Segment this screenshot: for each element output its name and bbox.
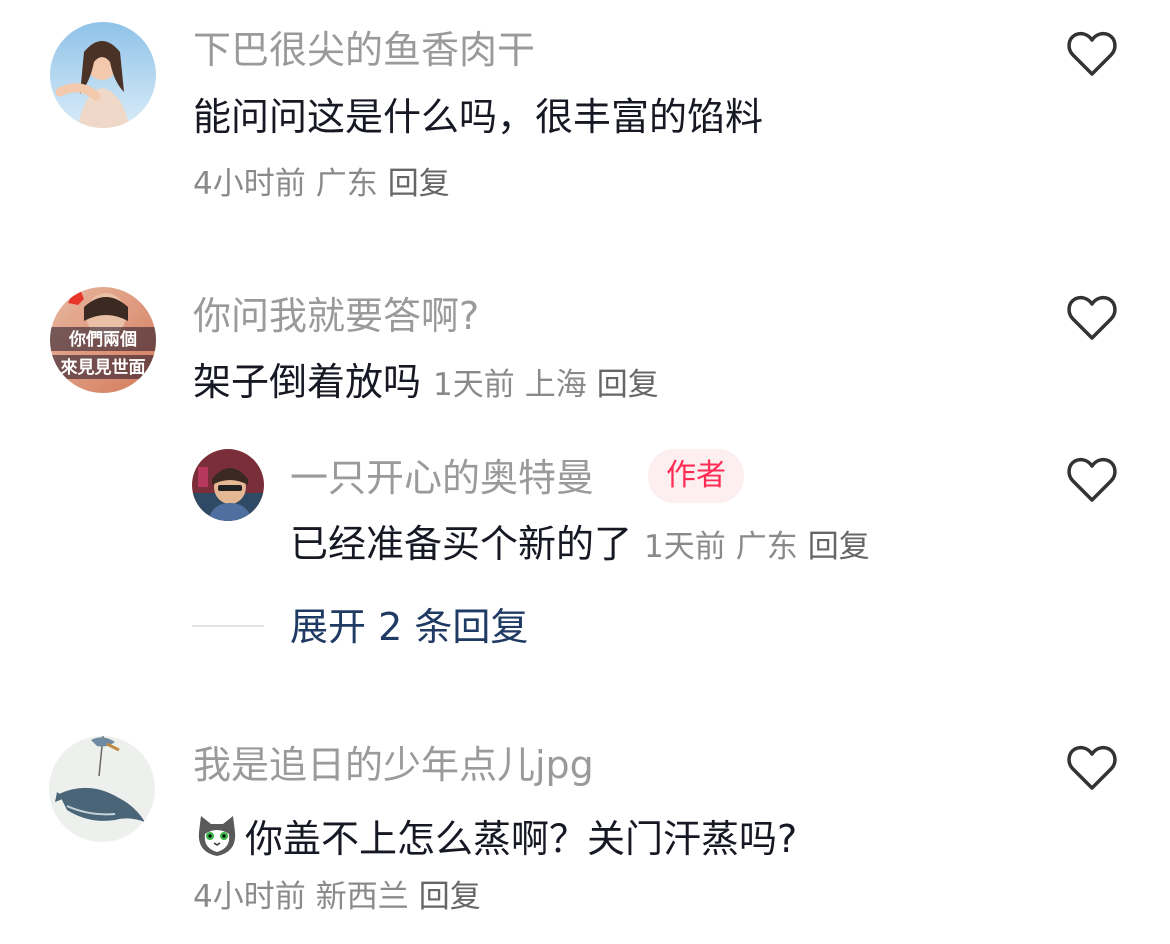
comment-username[interactable]: 你问我就要答啊? <box>193 297 479 335</box>
avatar-comment-1[interactable] <box>50 22 156 128</box>
comment-time: 1天前 <box>433 367 515 403</box>
expand-replies-button[interactable]: 展开 2 条回复 <box>290 608 528 646</box>
reply-location: 广东 <box>735 529 798 565</box>
comment-text-row: 你盖不上怎么蒸啊？关门汗蒸吗? <box>193 812 797 860</box>
comment-text: 架子倒着放吗 <box>193 360 422 404</box>
comment-username[interactable]: 下巴很尖的鱼香肉干 <box>193 31 535 69</box>
comment-meta: 1天前 上海 回复 <box>433 367 669 403</box>
cat-emoji-icon <box>198 816 236 856</box>
avatar-sticker-bottom-text: 來見見世面 <box>61 358 146 378</box>
reply-button[interactable]: 回复 <box>597 367 659 403</box>
heart-outline-icon[interactable] <box>1066 456 1118 504</box>
comment-meta: 4小时前 新西兰 回复 <box>193 882 491 913</box>
comment-time: 4小时前 <box>193 166 306 202</box>
avatar-sticker-top-text: 你們兩個 <box>68 329 137 350</box>
comment-text: 能问问这是什么吗，很丰富的馅料 <box>193 95 764 139</box>
reply-time: 1天前 <box>644 529 726 565</box>
comment-time: 4小时前 <box>193 879 306 915</box>
heart-outline-icon[interactable] <box>1066 294 1118 342</box>
comment-location: 上海 <box>524 367 587 403</box>
reply-text: 已经准备买个新的了 <box>290 522 633 566</box>
reply-button[interactable]: 回复 <box>808 529 870 565</box>
author-badge: 作者 <box>648 449 744 503</box>
comment-location: 广东 <box>315 166 378 202</box>
comment-text: 你盖不上怎么蒸啊？关门汗蒸吗? <box>245 817 798 861</box>
reply-username[interactable]: 一只开心的奥特曼 <box>290 459 594 497</box>
heart-outline-icon[interactable] <box>1066 30 1118 78</box>
avatar-comment-2[interactable]: 你們兩個 來見見世面 <box>50 287 156 393</box>
comment-text-row: 架子倒着放吗 1天前 上海 回复 <box>193 363 669 401</box>
reply-button[interactable]: 回复 <box>419 879 481 915</box>
reply-button[interactable]: 回复 <box>388 166 450 202</box>
avatar-comment-3[interactable] <box>49 736 155 842</box>
comment-username[interactable]: 我是追日的少年点儿jpg <box>193 746 594 784</box>
heart-outline-icon[interactable] <box>1066 744 1118 792</box>
comment-meta: 4小时前 广东 回复 <box>193 169 460 200</box>
reply-text-row: 已经准备买个新的了 1天前 广东 回复 <box>290 525 880 563</box>
comment-location: 新西兰 <box>315 879 409 915</box>
reply-meta: 1天前 广东 回复 <box>644 529 880 565</box>
avatar-reply-author[interactable] <box>192 449 264 521</box>
expand-divider <box>192 625 264 627</box>
